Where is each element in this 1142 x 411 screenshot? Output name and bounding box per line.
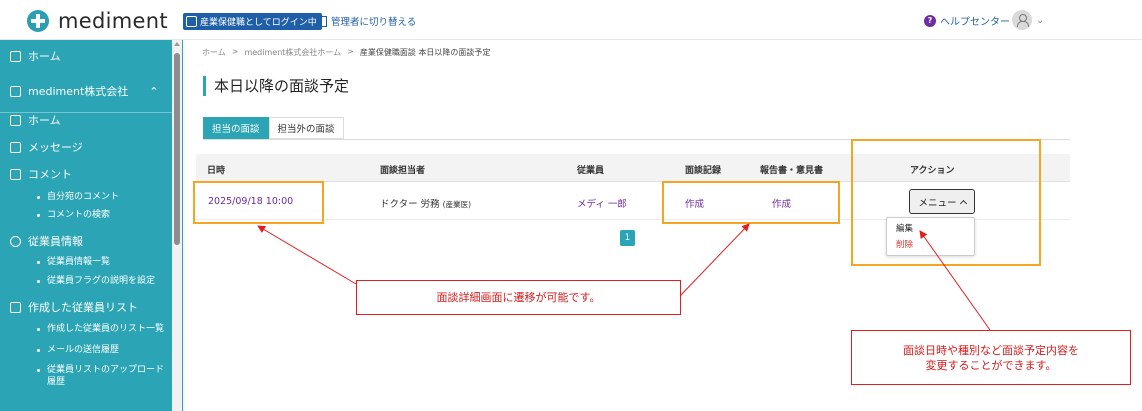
help-center-label: ヘルプセンター <box>940 17 1010 28</box>
breadcrumb-separator: > <box>347 47 354 56</box>
sidebar-item-home-top[interactable]: ホーム <box>10 48 61 64</box>
building-icon <box>10 85 21 97</box>
sidebar-item-label: 自分宛のコメント <box>47 192 120 202</box>
tab-my-interviews[interactable]: 担当の面談 <box>203 117 269 139</box>
list-icon <box>10 301 21 313</box>
role-badge-label: 産業保健職としてログイン中 <box>200 18 317 28</box>
sidebar-scrollbar[interactable] <box>172 40 182 411</box>
sidebar-subitem-my-comments[interactable]: 自分宛のコメント <box>37 191 119 203</box>
sidebar-item-employee-lists[interactable]: 作成した従業員リスト <box>10 299 138 315</box>
sidebar-item-label-continued: 履歴 <box>47 377 66 387</box>
sidebar-subitem-comment-search[interactable]: コメントの検索 <box>37 209 110 221</box>
sidebar-item-home[interactable]: ホーム <box>10 112 61 128</box>
interviewer-role: (産業医) <box>442 200 472 209</box>
sidebar-subitem-mail-history[interactable]: メールの送信履歴 <box>37 344 119 356</box>
annotation-edit-text-1: 面談日時や種別など面談予定内容を <box>903 343 1079 357</box>
page-title: 本日以降の面談予定 <box>203 76 349 96</box>
breadcrumb: ホーム > mediment株式会社ホーム > 産業保健職面談 本日以降の面談予… <box>202 47 490 58</box>
tab-other-interviews[interactable]: 担当外の面談 <box>268 117 344 139</box>
app-root: mediment 産業保健職としてログイン中 管理者に切り替える ? ヘルプセン… <box>0 0 1142 411</box>
sidebar-item-label: コメントの検索 <box>47 210 111 220</box>
role-badge: 産業保健職としてログイン中 <box>183 13 322 30</box>
sidebar-subitem-employee-list[interactable]: 従業員情報一覧 <box>37 256 110 268</box>
sidebar-item-employee-info[interactable]: 従業員情報 <box>10 233 83 249</box>
chevron-down-icon: ⌄ <box>1036 14 1045 26</box>
sidebar-item-label: mediment株式会社 <box>28 85 129 98</box>
breadcrumb-company[interactable]: mediment株式会社ホーム <box>244 47 341 58</box>
sidebar-item-label: コメント <box>28 168 72 181</box>
sidebar-item-label: 従業員情報一覧 <box>47 257 111 267</box>
help-icon: ? <box>924 14 936 27</box>
interviewer-name-text: ドクター 労務 <box>380 199 440 210</box>
sidebar-subitem-employee-flags[interactable]: 従業員フラグの説明を設定 <box>37 275 155 287</box>
switch-to-admin-label: 管理者に切り替える <box>331 17 417 28</box>
bullet-icon <box>37 196 40 199</box>
brand-logo[interactable]: mediment <box>27 9 168 33</box>
sidebar-item-label: ホーム <box>28 114 61 127</box>
sidebar-item-label: 作成した従業員リスト <box>28 301 138 314</box>
help-center-link[interactable]: ? ヘルプセンター <box>924 13 1010 28</box>
sidebar: ホーム mediment株式会社 ⌃ ホーム メッセージ コメント 自分宛のコメ… <box>0 40 183 411</box>
building-icon <box>10 114 21 126</box>
bullet-icon <box>37 214 40 217</box>
column-record: 面談記録 <box>685 166 722 176</box>
annotation-detail-text: 面談詳細画面に遷移が可能です。 <box>436 291 601 304</box>
building-icon <box>318 15 327 27</box>
home-icon <box>10 50 21 62</box>
tab-bar: 担当の面談 担当外の面談 <box>203 117 344 139</box>
sidebar-item-messages[interactable]: メッセージ <box>10 139 83 155</box>
breadcrumb-separator: > <box>231 47 239 56</box>
annotation-detail-transition: 面談詳細画面に遷移が可能です。 <box>356 280 681 315</box>
comment-icon <box>10 168 21 180</box>
top-header: mediment 産業保健職としてログイン中 管理者に切り替える ? ヘルプセン… <box>0 0 1142 40</box>
column-report: 報告書・意見書 <box>760 166 824 176</box>
mail-icon <box>10 141 21 153</box>
sidebar-item-label: 従業員リストのアップロード <box>47 365 165 375</box>
sidebar-item-label: メッセージ <box>28 141 83 154</box>
highlight-datetime <box>193 181 324 224</box>
bullet-icon <box>37 328 40 331</box>
employee-link[interactable]: メディ 一郎 <box>577 196 627 210</box>
arrow-to-datetime <box>257 225 357 285</box>
bullet-icon <box>37 369 40 372</box>
sidebar-subitem-upload-history[interactable]: 従業員リストのアップロード 履歴 <box>37 364 164 388</box>
highlight-record-report <box>662 181 840 224</box>
column-datetime: 日時 <box>207 166 226 176</box>
sidebar-item-label: ホーム <box>28 50 61 63</box>
badge-icon <box>186 16 197 27</box>
sidebar-subitem-created-lists[interactable]: 作成した従業員のリスト一覧 <box>37 323 164 335</box>
breadcrumb-current: 産業保健職面談 本日以降の面談予定 <box>359 48 491 57</box>
sidebar-item-label: 従業員フラグの説明を設定 <box>47 276 156 286</box>
column-interviewer: 面談担当者 <box>380 166 426 176</box>
chevron-up-icon: ⌃ <box>149 84 159 98</box>
sidebar-item-company[interactable]: mediment株式会社 ⌃ <box>10 83 159 99</box>
brand-name: mediment <box>58 9 168 33</box>
user-menu[interactable]: ⌄ <box>1012 10 1044 30</box>
pagination-page-1[interactable]: 1 <box>620 230 635 246</box>
annotation-edit-schedule: 面談日時や種別など面談予定内容を 変更することができます。 <box>851 330 1131 385</box>
highlight-action-column <box>851 139 1041 266</box>
sidebar-item-label: 従業員情報 <box>28 235 83 248</box>
column-employee: 従業員 <box>577 166 605 176</box>
arrow-to-record <box>679 223 750 297</box>
sidebar-item-label: メールの送信履歴 <box>47 345 120 355</box>
bullet-icon <box>37 280 40 283</box>
annotation-edit-text-2: 変更することができます。 <box>925 358 1057 372</box>
interviewer-name: ドクター 労務 (産業医) <box>380 196 471 210</box>
bullet-icon <box>37 261 40 264</box>
avatar-icon <box>1012 10 1032 30</box>
users-icon <box>10 235 21 247</box>
sidebar-item-label: 作成した従業員のリスト一覧 <box>47 324 165 334</box>
medical-cross-icon <box>27 10 49 32</box>
bullet-icon <box>37 349 40 352</box>
scrollbar-thumb[interactable] <box>174 53 180 245</box>
breadcrumb-home[interactable]: ホーム <box>202 47 226 58</box>
sidebar-item-comments[interactable]: コメント <box>10 166 72 182</box>
scroll-up-icon[interactable] <box>174 42 180 46</box>
switch-to-admin-link[interactable]: 管理者に切り替える <box>318 14 416 28</box>
